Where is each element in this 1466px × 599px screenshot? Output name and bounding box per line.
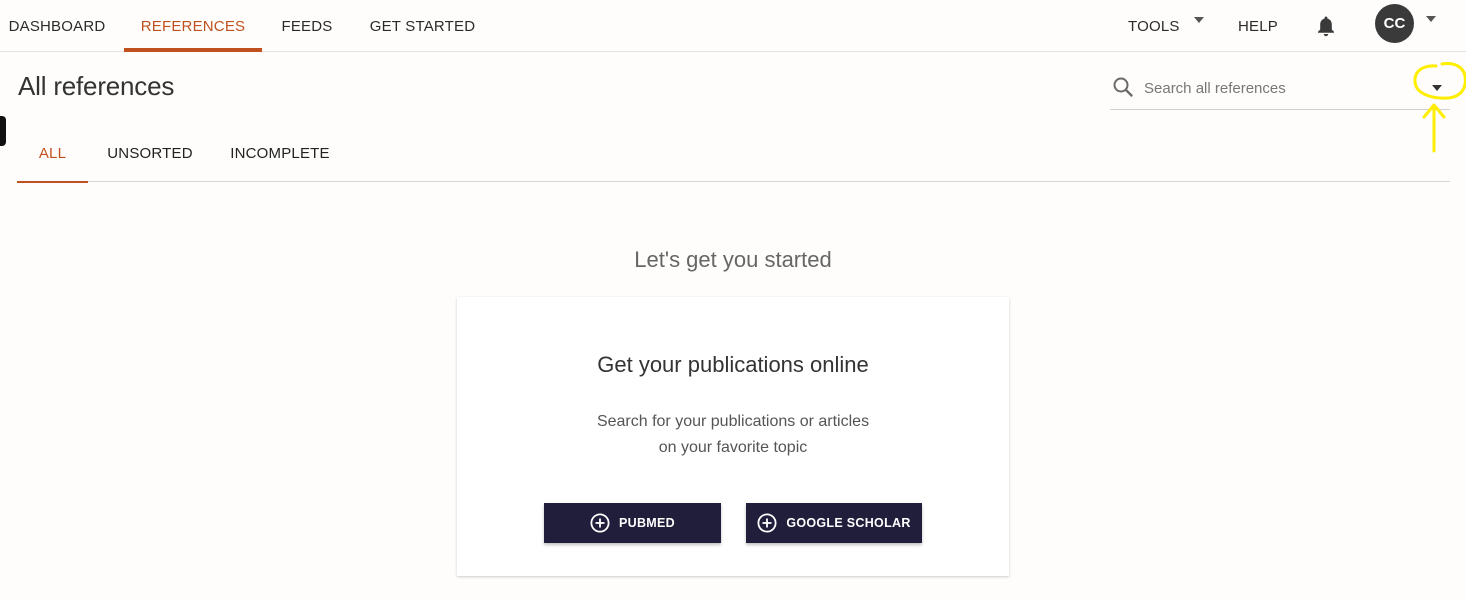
help-label: HELP [1238, 17, 1278, 35]
tools-label: TOOLS [1128, 17, 1180, 35]
search-icon [1113, 77, 1133, 97]
page-title: All references [18, 71, 175, 101]
plus-circle-icon [757, 513, 777, 533]
search-bar [1110, 68, 1450, 110]
card-description: Search for your publications or articles… [457, 409, 1009, 461]
get-started-card: Get your publications online Search for … [457, 297, 1009, 576]
tab-all-label: ALL [38, 145, 67, 162]
nav-dashboard[interactable]: DASHBOARD [0, 0, 114, 52]
tab-unsorted[interactable]: UNSORTED [97, 125, 203, 182]
side-drawer-handle[interactable] [0, 116, 6, 146]
tab-incomplete[interactable]: INCOMPLETE [219, 125, 341, 182]
plus-circle-icon [590, 513, 610, 533]
tab-unsorted-label: UNSORTED [107, 145, 193, 162]
tools-caret-icon [1194, 17, 1204, 23]
nav-dashboard-label: DASHBOARD [8, 17, 106, 35]
nav-get-started-label: GET STARTED [369, 17, 476, 35]
google-scholar-button[interactable]: GOOGLE SCHOLAR [746, 503, 922, 543]
pubmed-button[interactable]: PUBMED [544, 503, 721, 543]
card-title: Get your publications online [597, 352, 869, 377]
pubmed-button-label: PUBMED [619, 516, 675, 530]
nav-feeds[interactable]: FEEDS [272, 0, 342, 52]
user-avatar[interactable]: CC [1375, 4, 1414, 43]
nav-feeds-label: FEEDS [281, 17, 333, 35]
nav-get-started[interactable]: GET STARTED [360, 0, 485, 52]
account-caret-icon[interactable] [1426, 16, 1436, 22]
search-input[interactable] [1144, 76, 1404, 100]
google-scholar-button-label: GOOGLE SCHOLAR [786, 516, 911, 530]
nav-references-label: REFERENCES [140, 17, 246, 35]
tools-menu[interactable]: TOOLS [1120, 0, 1212, 52]
top-navigation: DASHBOARD REFERENCES FEEDS GET STARTED T… [0, 0, 1466, 52]
avatar-initials: CC [1383, 15, 1406, 32]
tab-incomplete-label: INCOMPLETE [230, 145, 330, 162]
nav-references[interactable]: REFERENCES [124, 0, 262, 52]
notifications-button[interactable] [1306, 0, 1346, 52]
card-description-line-2: on your favorite topic [658, 439, 808, 456]
card-description-line-1: Search for your publications or articles [596, 413, 870, 430]
tab-all[interactable]: ALL [17, 125, 88, 183]
help-link[interactable]: HELP [1228, 0, 1288, 52]
bell-icon [1318, 16, 1334, 37]
empty-state-heading: Let's get you started [634, 247, 832, 272]
reference-tabs: ALL UNSORTED INCOMPLETE [17, 125, 1450, 183]
